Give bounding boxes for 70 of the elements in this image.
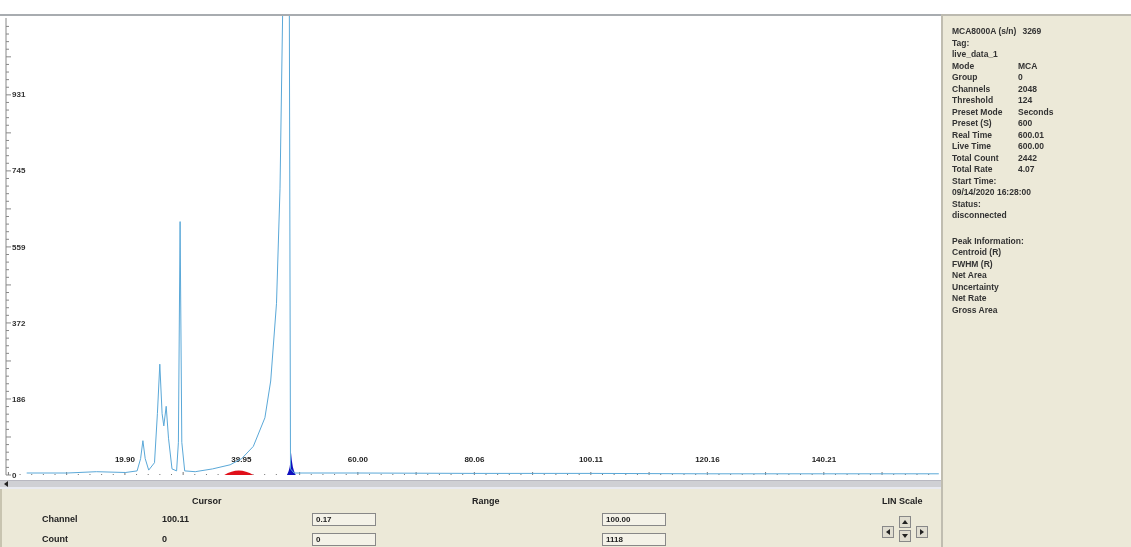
y-tick-label: 0 xyxy=(12,471,17,480)
info-label: Uncertainty xyxy=(952,281,1000,293)
y-tick-label: 186 xyxy=(12,394,26,404)
range-low-field[interactable]: 0.17 xyxy=(312,512,376,526)
info-label: Net Rate xyxy=(952,293,988,305)
x-tick-label: 80.06 xyxy=(464,455,485,464)
info-value: MCA xyxy=(1018,60,1038,72)
row-label: Count xyxy=(42,534,69,544)
info-label: Centroid (R) xyxy=(952,247,1003,259)
info-value: 2442 xyxy=(1018,152,1037,164)
y-tick-label: 559 xyxy=(12,242,26,252)
info-label: MCA8000A (s/n) xyxy=(952,26,1017,38)
info-value: 600.01 xyxy=(1018,129,1044,141)
right-arrow-icon xyxy=(919,529,925,535)
info-label: Total Count xyxy=(952,152,1000,164)
info-label: disconnected xyxy=(952,210,1008,222)
y-tick-label: 745 xyxy=(12,166,26,176)
info-value: 600.00 xyxy=(1018,141,1044,153)
info-label: Net Area xyxy=(952,270,988,282)
x-tick-label: 120.16 xyxy=(695,455,720,464)
row-label: Channel xyxy=(42,514,79,524)
info-label: Gross Area xyxy=(952,304,999,316)
range-low-field[interactable]: 0 xyxy=(312,532,376,546)
down-arrow-icon xyxy=(902,533,908,539)
info-value: 3269 xyxy=(1022,26,1042,38)
info-value: 4.07 xyxy=(1018,164,1035,176)
info-label: Channels xyxy=(952,83,992,95)
info-label: live_data_1 xyxy=(952,49,999,61)
info-value: Seconds xyxy=(1018,106,1054,118)
cursor-value: 0 xyxy=(162,534,168,544)
info-label: Preset (S) xyxy=(952,118,993,130)
scroll-left-button[interactable] xyxy=(882,526,894,538)
info-label: 09/14/2020 16:28:00 xyxy=(952,187,1031,199)
column-header: Cursor xyxy=(191,496,223,506)
x-tick-label: 100.11 xyxy=(578,455,603,464)
y-tick-label: 372 xyxy=(12,318,26,328)
region-marker xyxy=(224,470,254,475)
info-label: Live Time xyxy=(952,141,993,153)
info-label: Tag: xyxy=(952,37,971,49)
info-label: Group xyxy=(952,72,979,84)
horizontal-scrollbar[interactable] xyxy=(0,480,941,489)
x-tick-label: 140.21 xyxy=(811,455,837,464)
scroll-right-button[interactable] xyxy=(916,526,928,538)
info-value: 124 xyxy=(1018,95,1033,107)
cursor-value: 100.11 xyxy=(162,514,191,524)
info-label: Peak Information: xyxy=(952,235,1024,247)
column-header: LIN Scale xyxy=(882,496,924,506)
info-label: Threshold xyxy=(952,95,995,107)
scroll-down-button[interactable] xyxy=(899,530,911,542)
info-label: Real Time xyxy=(952,129,993,141)
info-value: 600 xyxy=(1018,118,1033,130)
y-tick-label: 931 xyxy=(12,90,26,100)
x-tick-label: 39.95 xyxy=(231,455,252,464)
info-label: Mode xyxy=(952,60,976,72)
range-high-field[interactable]: 1118 xyxy=(602,532,666,546)
info-label: Status: xyxy=(952,198,982,210)
column-header: Range xyxy=(472,496,501,506)
x-tick-label: 60.00 xyxy=(347,455,368,464)
info-label: Start Time: xyxy=(952,175,998,187)
up-arrow-icon xyxy=(902,519,908,525)
left-arrow-icon xyxy=(3,481,9,487)
info-value: 2048 xyxy=(1018,83,1037,95)
info-value: 0 xyxy=(1018,72,1023,84)
scroll-up-button[interactable] xyxy=(899,516,911,528)
info-label: FWHM (R) xyxy=(952,258,994,270)
info-label: Preset Mode xyxy=(952,106,1004,118)
left-arrow-icon xyxy=(885,529,891,535)
info-label: Total Rate xyxy=(952,164,994,176)
x-tick-label: 19.90 xyxy=(114,455,135,464)
range-high-field[interactable]: 100.00 xyxy=(602,512,666,526)
